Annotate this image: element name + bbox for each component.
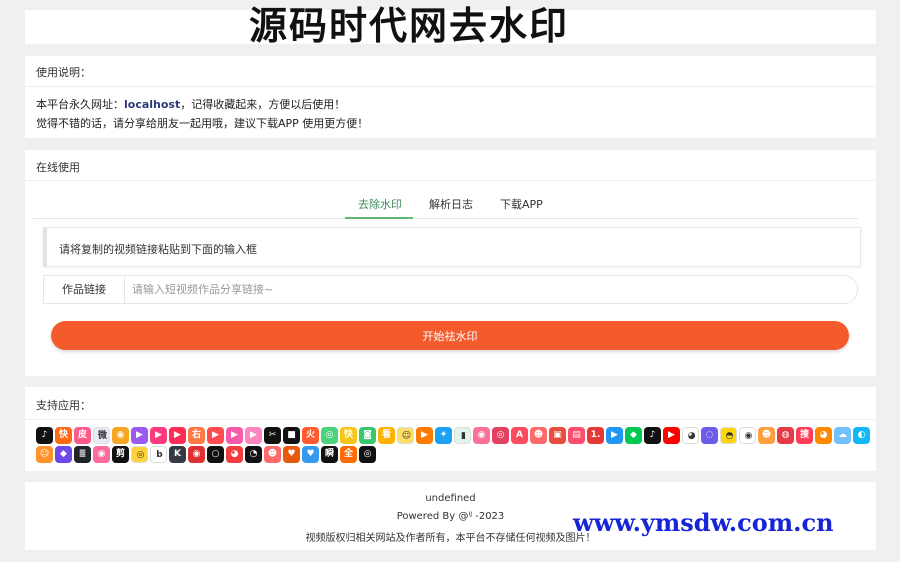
instagram-icon: ◎ [492,427,509,444]
bilibili-icon: ◉ [473,427,490,444]
dots-icon: ◌ [701,427,718,444]
tab-parse-log[interactable]: 解析日志 [429,196,473,212]
douyin-icon: ♪ [36,427,53,444]
supported-apps-panel: 支持应用： ♪ 快皮微 ◉ ▶ ▶ ▶ 右 ▶ ▶ ▶ ✂ ■ 火 ◎ 快 ◙ 看 ☺ ▶ ✦ ▮ ◉ ◎ A ☻ ▣ ▤ 1. ▶ ◆ ♪… [25,387,876,471]
kuaishou-icon: 快 [55,427,72,444]
twitter-icon: ✦ [435,427,452,444]
face-icon: ☻ [530,427,547,444]
weishi-icon: 微 [93,427,110,444]
smile-icon: ☺ [397,427,414,444]
disc-icon: ◎ [359,446,376,463]
tab-remove-watermark[interactable]: 去除水印 [358,196,402,212]
photo-icon: ▣ [549,427,566,444]
video2-icon: ▶ [207,427,224,444]
moment-icon: 瞬 [321,446,338,463]
usage-line-2: 觉得不错的话，请分享给朋友一起用哦，建议下载APP 使用更方便！ [36,117,369,130]
supported-apps-heading: 支持应用： [36,399,91,412]
k-icon: K [169,446,186,463]
tv-icon: ▤ [568,427,585,444]
eye-icon: ◉ [739,427,756,444]
capcut-icon: ✂ [264,427,281,444]
hint-box: 请将复制的视频链接粘贴到下面的输入框 [43,227,861,267]
red-icon: ◍ [777,427,794,444]
app-icon-list: ♪ 快皮微 ◉ ▶ ▶ ▶ 右 ▶ ▶ ▶ ✂ ■ 火 ◎ 快 ◙ 看 ☺ ▶ ✦ ▮ ◉ ◎ A ☻ ▣ ▤ 1. ▶ ◆ ♪ ▶ ◕ ◌ ◓ ◉ ☻… [36,427,876,465]
circle-icon: ◎ [131,446,148,463]
qq-icon: ◐ [853,427,870,444]
start-button[interactable]: 开始祛水印 [51,321,849,350]
duck-icon: ☺ [36,446,53,463]
huoshan-icon: 火 [302,427,319,444]
weibo-icon: ◉ [112,427,129,444]
usage-line-1-suffix: ，记得收藏起来，方便以后使用！ [180,98,346,111]
heart-icon: ♥ [283,446,300,463]
stack-icon: ≣ [74,446,91,463]
site-host: localhost [124,98,181,111]
play-icon: ▶ [169,427,186,444]
chart-icon: ▮ [454,427,471,444]
youtube-icon: ▶ [663,427,680,444]
usage-heading: 使用说明： [36,66,91,79]
youku-icon: ▶ [606,427,623,444]
link-label: 作品链接 [44,276,125,303]
full-icon: 全 [340,446,357,463]
divider [25,180,876,181]
ring-icon: ○ [207,446,224,463]
divider [25,419,876,420]
monkey2-icon: ☻ [264,446,281,463]
kuaixiu-icon: 快 [340,427,357,444]
chat-icon: ◙ [359,427,376,444]
divider [25,86,876,87]
kandian-icon: 看 [378,427,395,444]
mango-icon: ◕ [815,427,832,444]
page-title: 源码时代网去水印 [249,4,570,48]
active-tab-indicator [345,217,413,219]
yellow-icon: ◓ [720,427,737,444]
online-panel: 在线使用 去除水印 解析日志 下载APP 请将复制的视频链接粘贴到下面的输入框 … [25,150,876,376]
video3-icon: ▶ [226,427,243,444]
record-icon: ■ [283,427,300,444]
usage-line-1: 本平台永久网址：localhost，记得收藏起来，方便以后使用！ [36,96,345,112]
usage-panel: 使用说明： 本平台永久网址：localhost，记得收藏起来，方便以后使用！ 觉… [25,56,876,138]
one-icon: 1. [587,427,604,444]
pink-icon: ◉ [93,446,110,463]
panda-icon: ◕ [682,427,699,444]
bird-icon: ◕ [226,446,243,463]
tab-bar: 去除水印 解析日志 下载APP [25,196,876,218]
purple-icon: ◆ [55,446,72,463]
zuiyou-icon: 右 [188,427,205,444]
link-field-row: 作品链接 [43,275,858,304]
tab-divider [33,218,858,219]
usage-line-1-prefix: 本平台永久网址： [36,98,124,111]
tab-download-app[interactable]: 下载APP [500,196,543,212]
cloud-icon: ☁ [834,427,851,444]
blue-heart-icon: ♥ [302,446,319,463]
title-bar: 源码时代网去水印 [25,6,876,46]
link-input[interactable] [126,277,834,302]
online-heading: 在线使用 [36,161,80,174]
sohu-icon: 搜 [796,427,813,444]
video-icon: ▶ [131,427,148,444]
app-icon: ◎ [321,427,338,444]
b-icon: b [150,446,167,463]
tiktok-icon: ♪ [644,427,661,444]
clip-icon: 剪 [112,446,129,463]
iqiyi-icon: ◆ [625,427,642,444]
site-watermark: www.ymsdw.com.cn [573,508,834,537]
play2-icon: ▶ [245,427,262,444]
panda2-icon: ◔ [245,446,262,463]
player-icon: ▶ [150,427,167,444]
pipixia-icon: 皮 [74,427,91,444]
monkey-icon: ☻ [758,427,775,444]
acfun-icon: A [511,427,528,444]
hint-text: 请将复制的视频链接粘贴到下面的输入框 [59,243,257,256]
tencent-video-icon: ▶ [416,427,433,444]
footer-line-1: undefined [425,493,476,504]
pin-icon: ◉ [188,446,205,463]
